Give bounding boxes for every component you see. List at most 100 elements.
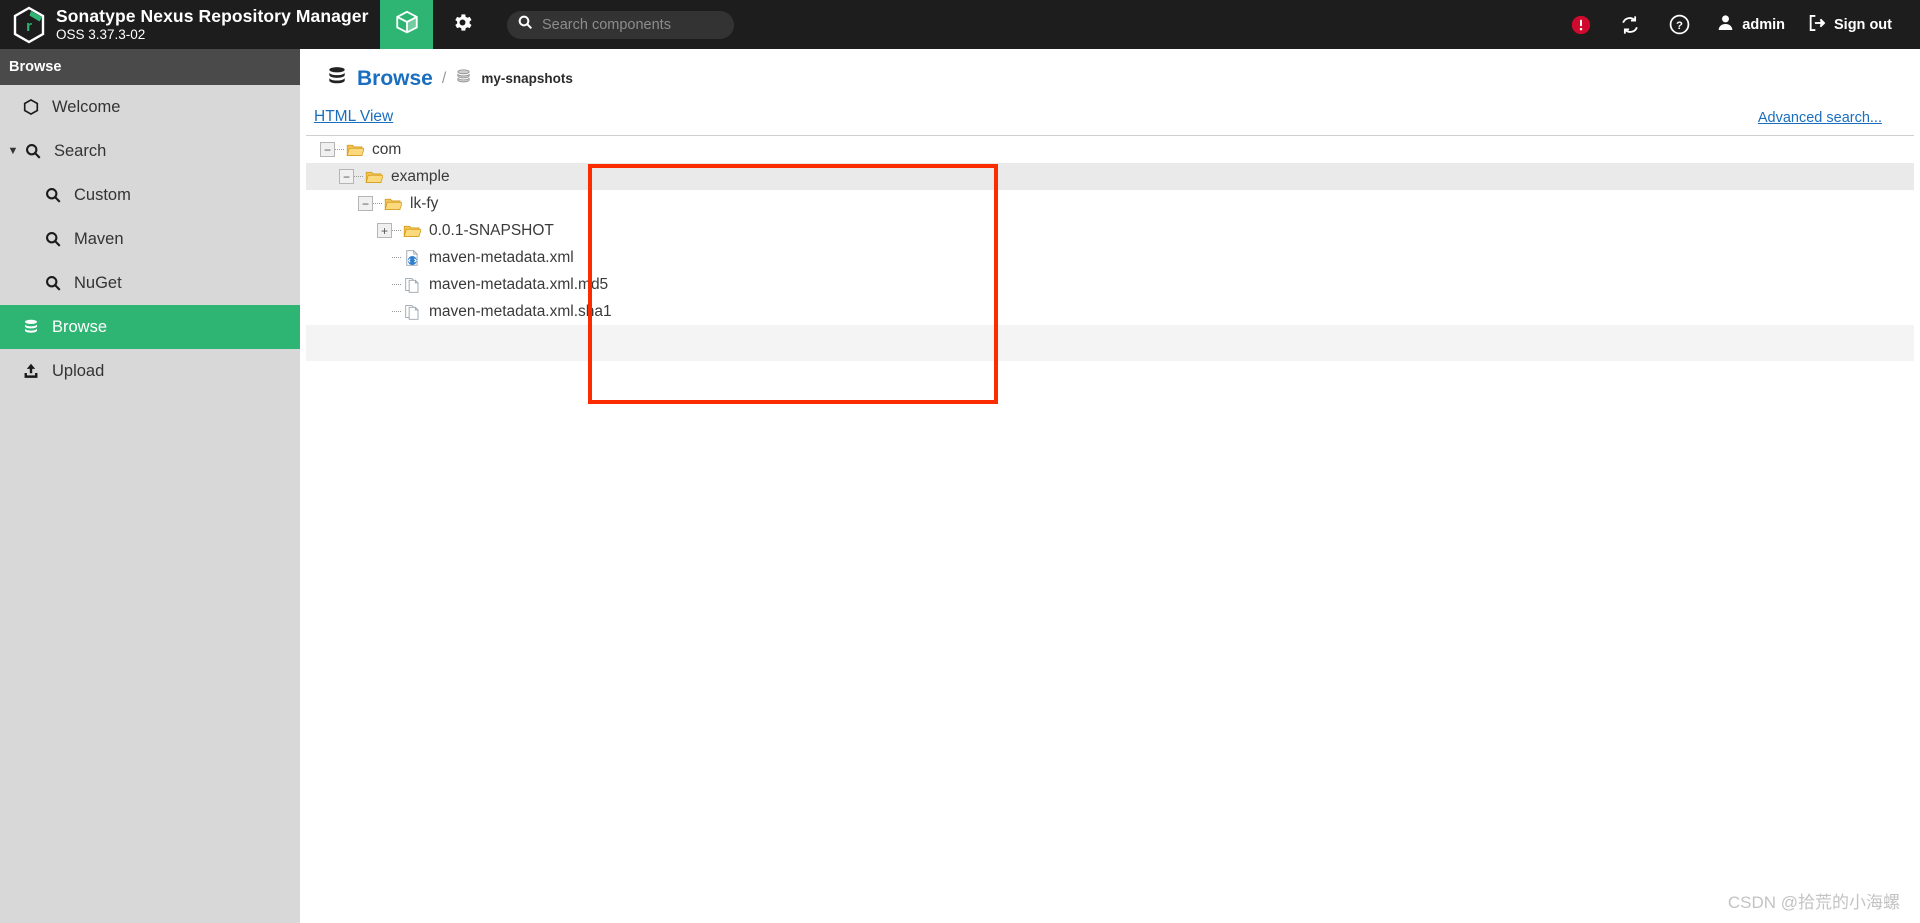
app-header: r Sonatype Nexus Repository Manager OSS … xyxy=(0,0,1920,49)
tree-connector xyxy=(335,149,344,150)
tree-node-label[interactable]: lk-fy xyxy=(410,195,438,213)
admin-tab[interactable] xyxy=(433,0,491,49)
tree-row[interactable]: maven-metadata.xml.md5 xyxy=(306,271,1914,298)
tree-footer-spacer xyxy=(306,325,1914,361)
sidebar-item-maven[interactable]: Maven xyxy=(0,217,300,261)
expand-toggle-icon[interactable]: + xyxy=(377,223,392,238)
sidebar-item-browse[interactable]: Browse xyxy=(0,305,300,349)
sidebar: Browse Welcome ▼ Search Custom Maven NuGet Bro… xyxy=(0,49,300,923)
brand[interactable]: r Sonatype Nexus Repository Manager OSS … xyxy=(0,6,380,44)
xml-file-icon xyxy=(403,249,423,267)
help-question-icon[interactable]: ? xyxy=(1655,0,1704,49)
tree-row[interactable]: maven-metadata.xml.sha1 xyxy=(306,298,1914,325)
tree-node-label[interactable]: maven-metadata.xml.md5 xyxy=(429,276,608,294)
folder-open-icon xyxy=(346,141,366,159)
file-icon xyxy=(403,276,423,294)
tree-row[interactable]: +0.0.1-SNAPSHOT xyxy=(306,217,1914,244)
user-menu[interactable]: admin xyxy=(1704,0,1795,49)
sidebar-item-custom[interactable]: Custom xyxy=(0,173,300,217)
collapse-toggle-icon[interactable]: − xyxy=(358,196,373,211)
database-icon xyxy=(326,65,348,92)
alert-circle-icon[interactable] xyxy=(1557,0,1605,49)
chevron-down-icon[interactable]: ▼ xyxy=(6,145,20,157)
sign-out-button[interactable]: Sign out xyxy=(1795,0,1902,49)
sidebar-item-label: Search xyxy=(54,141,107,160)
sidebar-item-label: Upload xyxy=(52,361,105,380)
tree-node-label[interactable]: maven-metadata.xml.sha1 xyxy=(429,303,612,321)
collapse-toggle-icon[interactable]: − xyxy=(320,142,335,157)
sign-out-label: Sign out xyxy=(1834,16,1892,33)
main-content: Browse / my-snapshots HTML View Advanced… xyxy=(300,49,1920,923)
sign-out-icon xyxy=(1807,13,1827,37)
breadcrumb-root-link[interactable]: Browse xyxy=(357,67,433,91)
tree-node-label[interactable]: 0.0.1-SNAPSHOT xyxy=(429,222,554,240)
tree-connector xyxy=(373,203,382,204)
search-icon xyxy=(22,142,44,160)
folder-open-icon xyxy=(384,195,404,213)
brand-title: Sonatype Nexus Repository Manager xyxy=(56,6,369,27)
tree-connector xyxy=(392,257,401,258)
sidebar-title: Browse xyxy=(0,49,300,85)
file-icon xyxy=(403,303,423,321)
search-icon xyxy=(517,14,535,35)
tree-row[interactable]: − lk-fy xyxy=(306,190,1914,217)
repository-icon xyxy=(455,68,472,90)
search-icon xyxy=(42,230,64,248)
search-input[interactable] xyxy=(542,16,722,33)
header-right-tools: ? admin Sign out xyxy=(1557,0,1920,49)
folder-open-icon xyxy=(403,222,423,240)
sidebar-item-upload[interactable]: Upload xyxy=(0,349,300,393)
tree-connector xyxy=(392,311,401,312)
tree-node-label[interactable]: maven-metadata.xml xyxy=(429,249,574,267)
watermark: CSDN @拾荒的小海螺 xyxy=(1727,893,1900,912)
brand-version: OSS 3.37.3-02 xyxy=(56,26,146,42)
user-label: admin xyxy=(1742,16,1785,33)
component-tree: − com − example − lk-fy +0.0.1-SNAPSHOT maven-m… xyxy=(306,135,1914,361)
sidebar-item-nuget[interactable]: NuGet xyxy=(0,261,300,305)
tree-row[interactable]: − example xyxy=(306,163,1914,190)
cube-icon xyxy=(394,9,420,40)
database-icon xyxy=(20,318,42,336)
breadcrumb-current: my-snapshots xyxy=(481,71,573,86)
refresh-sync-icon[interactable] xyxy=(1605,0,1655,49)
sidebar-item-label: Maven xyxy=(74,229,124,248)
tree-row[interactable]: maven-metadata.xml xyxy=(306,244,1914,271)
sidebar-item-label: Welcome xyxy=(52,97,121,116)
upload-icon xyxy=(20,362,42,380)
collapse-toggle-icon[interactable]: − xyxy=(339,169,354,184)
html-view-link[interactable]: HTML View xyxy=(314,108,393,126)
svg-text:r: r xyxy=(26,18,32,35)
sidebar-item-label: Browse xyxy=(52,317,108,336)
browse-tab[interactable] xyxy=(380,0,433,49)
tree-node-label[interactable]: example xyxy=(391,168,450,186)
user-avatar-icon xyxy=(1716,13,1735,36)
tree-connector xyxy=(392,230,401,231)
sidebar-item-search[interactable]: ▼ Search xyxy=(0,129,300,173)
nexus-hexagon-logo-icon: r xyxy=(12,6,46,44)
sidebar-item-welcome[interactable]: Welcome xyxy=(0,85,300,129)
breadcrumb: Browse / my-snapshots xyxy=(300,49,1920,92)
search-icon xyxy=(42,274,64,292)
tree-connector xyxy=(392,284,401,285)
gear-icon xyxy=(451,11,474,39)
folder-open-icon xyxy=(365,168,385,186)
svg-text:?: ? xyxy=(1676,20,1683,32)
advanced-search-link[interactable]: Advanced search... xyxy=(1758,110,1882,126)
tree-node-label[interactable]: com xyxy=(372,141,401,159)
tree-row[interactable]: − com xyxy=(306,136,1914,163)
hexagon-icon xyxy=(20,98,42,116)
sidebar-item-label: NuGet xyxy=(74,273,122,292)
search-icon xyxy=(42,186,64,204)
view-toolbar: HTML View Advanced search... xyxy=(300,108,1920,134)
global-search[interactable] xyxy=(507,10,734,39)
